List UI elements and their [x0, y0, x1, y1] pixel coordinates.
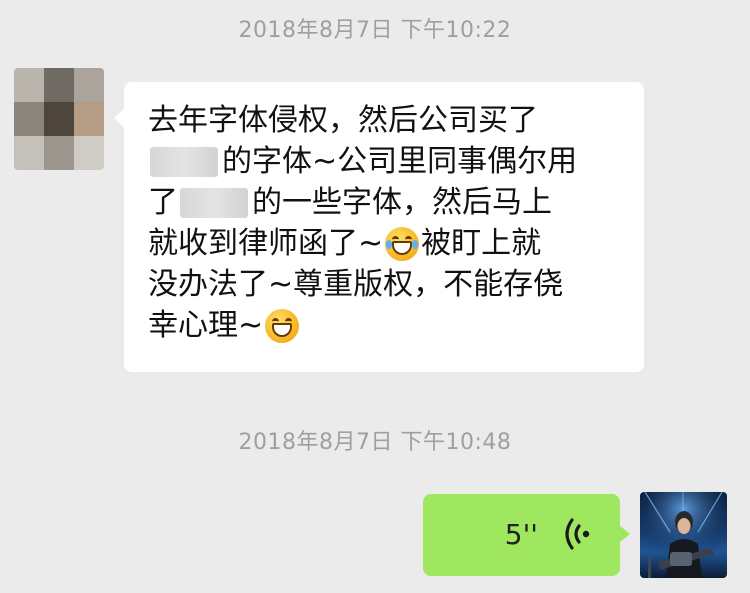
crying-laughing-emoji	[385, 226, 420, 261]
message-text: 被盯上就	[421, 226, 542, 261]
timestamp: 2018年8月7日 下午10:22	[238, 18, 512, 43]
timestamp: 2018年8月7日 下午10:48	[238, 430, 512, 455]
redacted-text	[180, 187, 248, 218]
redacted-text	[150, 146, 218, 177]
message-text: 去年字体侵权，然后公司买了	[148, 103, 538, 138]
grinning-emoji	[265, 308, 300, 343]
user-avatar[interactable]	[640, 492, 727, 578]
voice-message-bubble[interactable]: 5''	[423, 494, 630, 576]
message-text: 的一些字体，然后马上	[252, 185, 552, 220]
message-text: 没办法了~尊重版权，不能存侥	[148, 267, 564, 302]
message-line: 幸心理~	[148, 305, 622, 346]
voice-duration: 5''	[504, 518, 538, 551]
message-line: 了 的一些字体，然后马上	[148, 182, 622, 223]
message-line: 就收到律师函了~ 被盯上就	[148, 223, 622, 264]
message-text: 的字体~公司里同事偶尔用	[222, 144, 578, 179]
incoming-message-bubble[interactable]: 去年字体侵权，然后公司买了 的字体~公司里同事偶尔用 了 的一些字体，然后马上 …	[114, 82, 644, 372]
message-text: 了	[148, 185, 178, 220]
voice-wave-icon	[565, 518, 590, 550]
message-text: 就收到律师函了~	[148, 226, 384, 261]
message-text: 幸心理~	[148, 308, 264, 343]
avatar-photo	[640, 492, 727, 578]
message-line: 没办法了~尊重版权，不能存侥	[148, 264, 622, 305]
chat-window: 2018年8月7日 下午10:22 去年字体侵权，然后公司买了 的字体~公司里同…	[0, 0, 750, 593]
message-line: 的字体~公司里同事偶尔用	[148, 141, 622, 182]
contact-avatar[interactable]	[14, 68, 104, 170]
message-line: 去年字体侵权，然后公司买了	[148, 100, 622, 141]
